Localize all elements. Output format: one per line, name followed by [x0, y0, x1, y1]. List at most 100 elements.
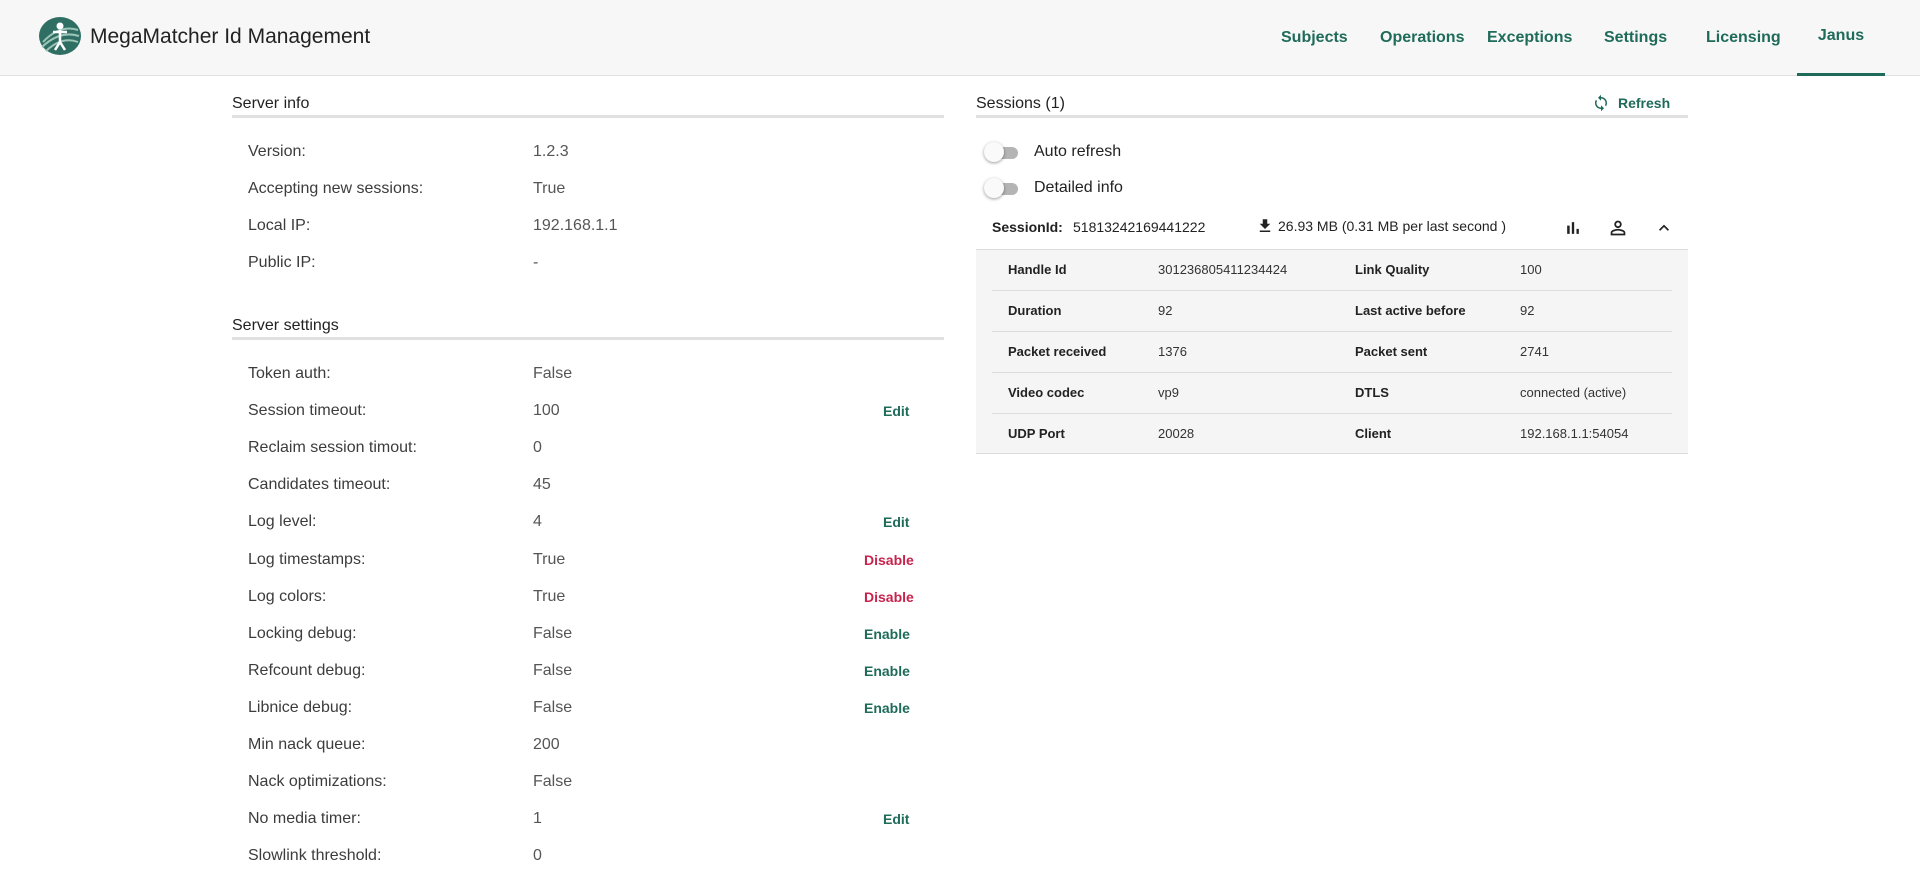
detail-value: 1376 — [1158, 344, 1187, 359]
download-icon — [1259, 219, 1271, 232]
info-label: Accepting new sessions: — [248, 180, 424, 197]
nav-janus[interactable]: Janus — [1797, 0, 1885, 76]
detail-value: 92 — [1158, 303, 1173, 318]
info-label: Local IP: — [248, 217, 311, 234]
info-label: Public IP: — [248, 254, 316, 271]
detail-value: 192.168.1.1:54054 — [1520, 426, 1629, 441]
setting-label: Log timestamps: — [248, 550, 366, 568]
detail-key: Client — [1355, 426, 1392, 441]
session-download: 26.93 MB (0.31 MB per last second ) — [1256, 217, 1506, 235]
person-icon[interactable] — [1605, 215, 1631, 241]
session-details: Handle Id 301236805411234424 Link Quality 1… — [976, 249, 1688, 454]
setting-label: Libnice debug: — [248, 698, 353, 716]
setting-label: Refcount debug: — [248, 661, 366, 679]
enable-button[interactable]: Enable — [864, 700, 910, 716]
setting-value: False — [533, 773, 573, 791]
setting-value: 200 — [533, 736, 560, 753]
setting-value: 100 — [533, 402, 560, 420]
bar-chart-icon[interactable] — [1560, 215, 1586, 241]
setting-label: Slowlink threshold: — [248, 847, 382, 865]
setting-value: 4 — [533, 513, 542, 531]
sessions-heading: Sessions (1) — [976, 76, 1688, 118]
setting-label: Candidates timeout: — [248, 476, 391, 494]
setting-label: Log level: — [248, 513, 317, 531]
detail-key: UDP Port — [1008, 426, 1065, 441]
refresh-button[interactable]: Refresh — [1592, 92, 1670, 114]
refresh-label: Refresh — [1618, 95, 1671, 111]
setting-value: 45 — [533, 476, 551, 494]
app-title: MegaMatcher Id Management — [90, 25, 371, 48]
detail-value: vp9 — [1158, 385, 1179, 400]
detail-row: UDP Port 20028 Client 192.168.1.1:54054 — [992, 414, 1672, 455]
detail-key: Handle Id — [1008, 262, 1067, 277]
server-settings-title: Server settings — [232, 317, 339, 334]
detail-row: Duration 92 Last active before 92 — [992, 291, 1672, 332]
session-id-value: 51813242169441222 — [1073, 219, 1206, 235]
info-value: 1.2.3 — [533, 143, 569, 160]
nav-subjects[interactable]: Subjects — [1281, 0, 1348, 76]
detail-value: 100 — [1520, 262, 1542, 277]
setting-value: 1 — [533, 810, 542, 828]
session-id-label: SessionId: — [992, 219, 1063, 235]
detail-key: Link Quality — [1355, 262, 1430, 277]
detail-key: Last active before — [1355, 303, 1466, 318]
server-info-title: Server info — [232, 95, 310, 112]
enable-button[interactable]: Enable — [864, 663, 910, 679]
nav-licensing[interactable]: Licensing — [1706, 0, 1781, 76]
disable-button[interactable]: Disable — [864, 552, 914, 568]
nav-operations[interactable]: Operations — [1380, 0, 1464, 76]
setting-label: Token auth: — [248, 365, 331, 382]
detail-key: DTLS — [1355, 385, 1389, 400]
setting-value: False — [533, 624, 573, 642]
setting-value: True — [533, 550, 566, 568]
setting-value: 0 — [533, 847, 542, 865]
app-logo[interactable] — [38, 16, 82, 56]
top-bar: MegaMatcher Id Management Subjects Opera… — [0, 0, 1920, 76]
detailed-info-toggle[interactable] — [984, 178, 1022, 198]
session-row: SessionId: 51813242169441222 26.93 MB (0… — [976, 207, 1688, 249]
setting-value: True — [533, 587, 566, 605]
detail-key: Packet sent — [1355, 344, 1428, 359]
sessions-title: Sessions (1) — [976, 95, 1065, 112]
info-value: 192.168.1.1 — [533, 217, 618, 234]
info-label: Version: — [248, 143, 306, 160]
setting-label: Session timeout: — [248, 402, 367, 420]
detail-value: connected (active) — [1520, 385, 1627, 400]
refresh-icon — [1595, 94, 1607, 112]
enable-button[interactable]: Enable — [864, 626, 910, 642]
detail-row: Packet received 1376 Packet sent 2741 — [992, 332, 1672, 373]
nav-exceptions[interactable]: Exceptions — [1487, 0, 1572, 76]
disable-button[interactable]: Disable — [864, 589, 914, 605]
setting-value: 0 — [533, 439, 542, 457]
detail-key: Duration — [1008, 303, 1062, 318]
detail-value: 2741 — [1520, 344, 1549, 359]
detail-value: 92 — [1520, 303, 1535, 318]
setting-label: No media timer: — [248, 810, 361, 828]
setting-value: False — [533, 661, 573, 679]
setting-label: Min nack queue: — [248, 736, 366, 753]
server-settings-heading: Server settings — [232, 298, 944, 340]
auto-refresh-label: Auto refresh — [1034, 143, 1122, 160]
edit-button[interactable]: Edit — [883, 811, 909, 827]
detail-key: Video codec — [1008, 385, 1085, 400]
nav-settings[interactable]: Settings — [1604, 0, 1667, 76]
detail-row: Video codec vp9 DTLS connected (active) — [992, 373, 1672, 414]
session-download-text: 26.93 MB (0.31 MB per last second ) — [1278, 218, 1506, 234]
auto-refresh-toggle[interactable] — [984, 142, 1022, 162]
detail-row: Handle Id 301236805411234424 Link Quality 1… — [992, 250, 1672, 291]
detail-value: 20028 — [1158, 426, 1195, 441]
info-value: - — [533, 254, 539, 271]
setting-label: Nack optimizations: — [248, 773, 387, 791]
setting-label: Log colors: — [248, 587, 327, 605]
info-value: True — [533, 180, 566, 197]
detail-key: Packet received — [1008, 344, 1107, 359]
setting-value: False — [533, 698, 573, 716]
setting-value: False — [533, 365, 573, 382]
chevron-up-icon[interactable] — [1651, 215, 1677, 241]
edit-button[interactable]: Edit — [883, 514, 909, 530]
detailed-info-label: Detailed info — [1034, 179, 1123, 196]
setting-label: Locking debug: — [248, 624, 357, 642]
edit-button[interactable]: Edit — [883, 403, 909, 419]
server-info-heading: Server info — [232, 76, 944, 118]
detail-value: 301236805411234424 — [1158, 262, 1288, 277]
